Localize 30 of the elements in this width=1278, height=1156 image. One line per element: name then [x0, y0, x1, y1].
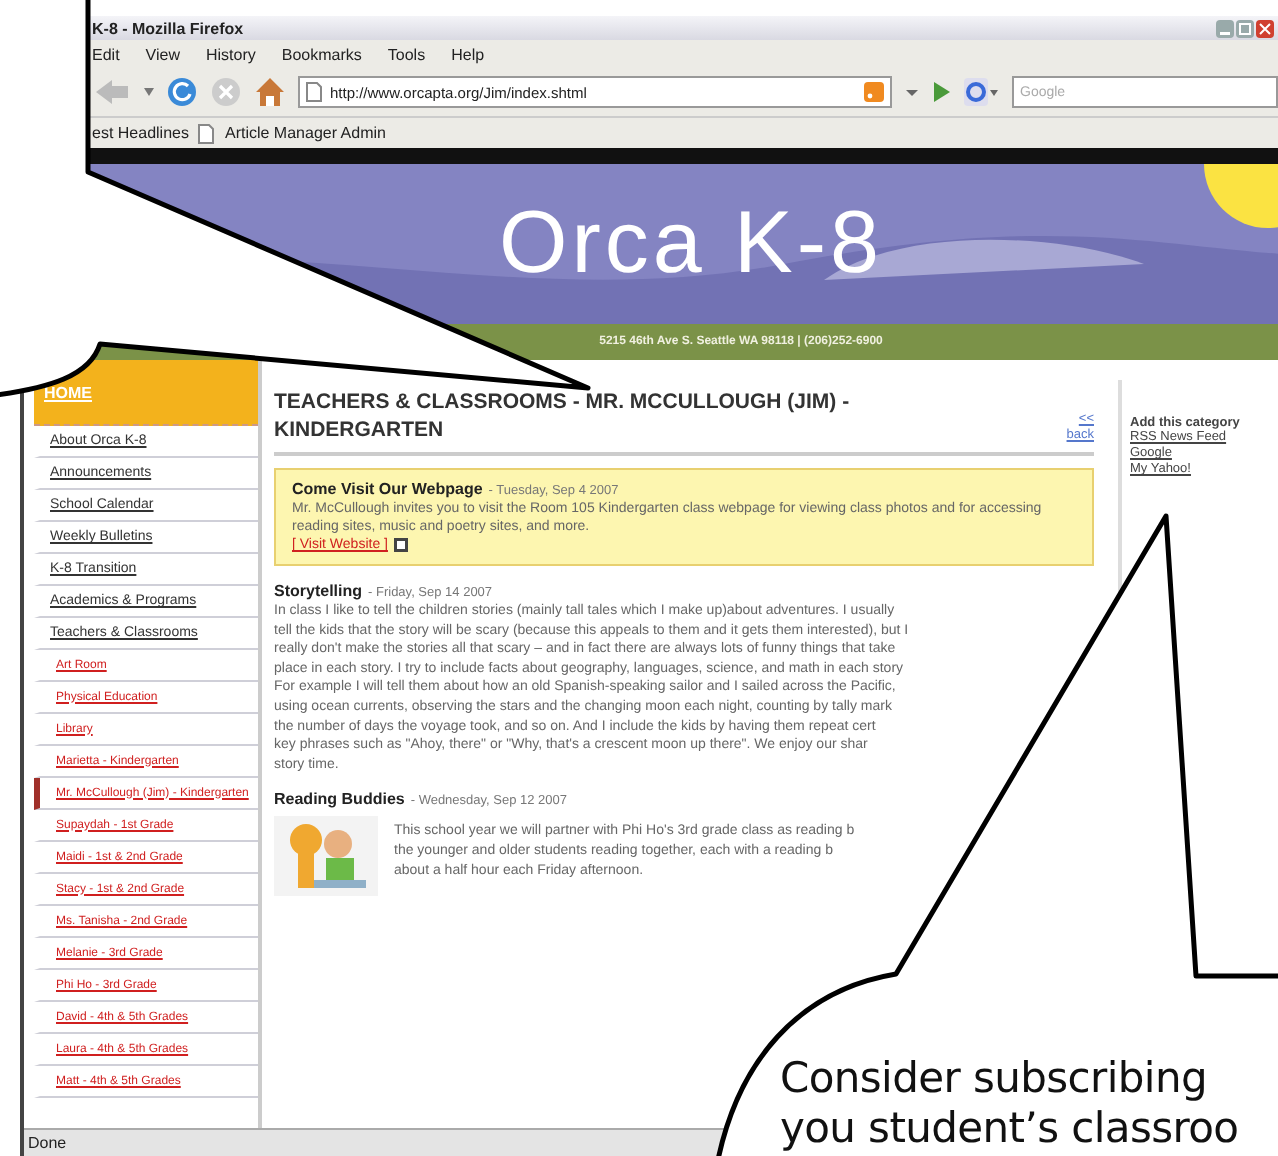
site-title: Orca K-8 [498, 194, 884, 294]
callout-text: you student’s classroo [780, 1104, 1239, 1154]
menu-item[interactable]: Tools [387, 45, 426, 63]
bookmark-link[interactable]: est Headlines [92, 124, 189, 142]
menu-item[interactable]: History [206, 45, 256, 63]
post-title: Reading Buddies [274, 790, 405, 809]
page-icon [198, 123, 215, 143]
callout-text: Consider subscribing [780, 1054, 1209, 1104]
page-heading: TEACHERS & CLASSROOMS - MR. MCCULLOUGH (JIM) - KINDERGARTEN [274, 388, 852, 444]
external-link-icon[interactable] [393, 538, 408, 552]
post-title: Storytelling [274, 582, 363, 600]
menu-item[interactable]: Help [451, 45, 485, 63]
menu-item[interactable]: View [145, 45, 180, 63]
post-title: Come Visit Our Webpage [292, 480, 483, 498]
cartoon-placeholder [274, 816, 378, 897]
close-icon[interactable] [1256, 19, 1274, 37]
home-icon[interactable] [254, 76, 286, 108]
window-title: K-8 - Mozilla Firefox [92, 19, 244, 37]
go-icon[interactable] [932, 80, 952, 104]
dropdown-icon[interactable] [144, 88, 154, 96]
maximize-icon[interactable] [1236, 19, 1254, 37]
minimize-icon[interactable] [1216, 19, 1234, 37]
menu-item[interactable]: Edit [92, 45, 120, 63]
reload-icon[interactable] [166, 76, 198, 108]
rss-icon[interactable] [864, 82, 884, 102]
menu-item[interactable]: Bookmarks [281, 45, 362, 63]
bookmark-link[interactable]: Article Manager Admin [224, 124, 386, 142]
search-engine-icon[interactable] [964, 78, 1000, 106]
page-icon [306, 82, 322, 102]
status-text: Done [28, 1134, 67, 1152]
